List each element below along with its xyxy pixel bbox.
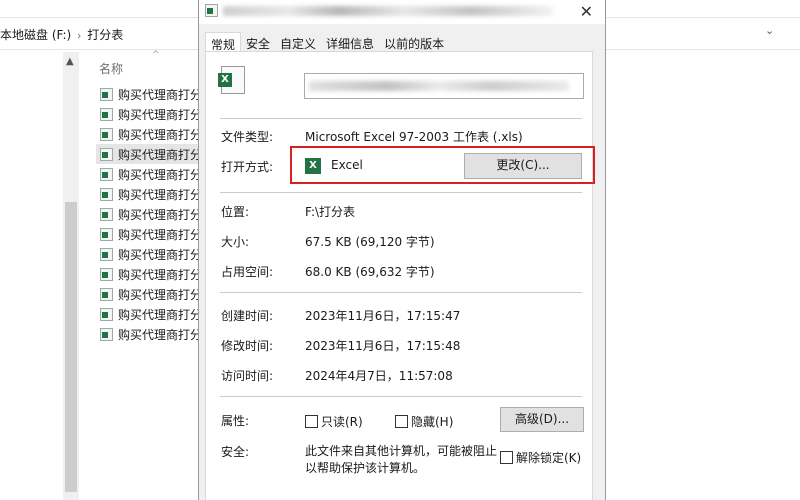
column-header-name[interactable]: 名称	[99, 60, 123, 77]
scrollbar[interactable]: ▲	[63, 52, 79, 500]
security-label: 安全:	[221, 445, 250, 459]
excel-file-icon	[100, 327, 113, 341]
location-value: F:\打分表	[305, 205, 356, 219]
file-list-item[interactable]: 购买代理商打分	[96, 104, 200, 124]
breadcrumb[interactable]: 本地磁盘 (F:) › 打分表	[0, 22, 123, 48]
file-list-item[interactable]: 购买代理商打分	[96, 204, 200, 224]
excel-file-icon	[100, 107, 113, 121]
file-name: 购买代理商打分	[118, 327, 200, 342]
created-label: 创建时间:	[221, 309, 274, 323]
unblock-checkbox[interactable]: 解除锁定(K)	[500, 449, 581, 466]
excel-file-icon	[100, 167, 113, 181]
file-list-item[interactable]: 购买代理商打分	[96, 224, 200, 244]
file-name: 购买代理商打分	[118, 307, 200, 322]
scrollbar-thumb[interactable]	[65, 202, 77, 492]
excel-file-icon	[100, 87, 113, 101]
file-type-label: 文件类型:	[221, 130, 274, 144]
address-dropdown-chevron-icon[interactable]: ⌄	[765, 24, 774, 37]
file-name: 购买代理商打分	[118, 107, 200, 122]
accessed-label: 访问时间:	[221, 369, 274, 383]
size-label: 大小:	[221, 235, 250, 249]
disk-size-label: 占用空间:	[221, 265, 274, 279]
excel-file-icon	[205, 4, 218, 17]
excel-file-icon	[100, 247, 113, 261]
file-list-item[interactable]: 购买代理商打分	[96, 284, 200, 304]
file-list-item[interactable]: 购买代理商打分	[96, 144, 200, 164]
properties-dialog: ✕ 常规 安全 自定义 详细信息 以前的版本 文件类型: Microsoft E…	[198, 0, 606, 500]
advanced-button[interactable]: 高级(D)...	[500, 407, 584, 432]
file-name: 购买代理商打分	[118, 187, 200, 202]
security-text-line2: 以帮助保护该计算机。	[305, 461, 426, 475]
file-name: 购买代理商打分	[118, 87, 200, 102]
scroll-up-icon[interactable]: ▲	[66, 56, 74, 67]
file-list-item[interactable]: 购买代理商打分	[96, 244, 200, 264]
attributes-label: 属性:	[221, 414, 250, 428]
excel-file-icon	[100, 147, 113, 161]
file-name: 购买代理商打分	[118, 267, 200, 282]
accessed-value: 2024年4月7日，11:57:08	[305, 369, 453, 383]
file-name: 购买代理商打分	[118, 207, 200, 222]
modified-value: 2023年11月6日，17:15:48	[305, 339, 461, 353]
general-panel: 文件类型: Microsoft Excel 97-2003 工作表 (.xls)…	[205, 51, 595, 500]
excel-file-icon	[100, 227, 113, 241]
breadcrumb-separator-icon: ›	[77, 31, 82, 42]
file-list-item[interactable]: 购买代理商打分	[96, 124, 200, 144]
size-value: 67.5 KB (69,120 字节)	[305, 235, 435, 249]
readonly-checkbox[interactable]: 只读(R)	[305, 413, 363, 430]
location-label: 位置:	[221, 205, 250, 219]
sort-ascending-icon: ^	[152, 50, 160, 60]
security-text-line1: 此文件来自其他计算机，可能被阻止	[305, 444, 498, 458]
excel-file-icon	[100, 127, 113, 141]
disk-size-value: 68.0 KB (69,632 字节)	[305, 265, 435, 279]
file-name: 购买代理商打分	[118, 247, 200, 262]
change-button[interactable]: 更改(C)...	[464, 153, 582, 179]
file-list-item[interactable]: 购买代理商打分	[96, 304, 200, 324]
file-list-item[interactable]: 购买代理商打分	[96, 84, 200, 104]
file-name: 购买代理商打分	[118, 147, 200, 162]
excel-file-icon	[100, 207, 113, 221]
title-bar: ✕	[199, 0, 605, 24]
file-list-item[interactable]: 购买代理商打分	[96, 264, 200, 284]
breadcrumb-folder[interactable]: 打分表	[87, 28, 123, 42]
filename-input[interactable]	[304, 73, 584, 99]
excel-file-icon	[100, 287, 113, 301]
readonly-label: 只读(R)	[321, 415, 363, 429]
excel-file-icon	[100, 267, 113, 281]
file-list: 购买代理商打分 购买代理商打分 购买代理商打分 购买代理商打分 购买代理商打分 购买代理商…	[96, 84, 200, 344]
close-button[interactable]: ✕	[580, 2, 593, 21]
file-name: 购买代理商打分	[118, 167, 200, 182]
unblock-label: 解除锁定(K)	[516, 451, 582, 465]
modified-label: 修改时间:	[221, 339, 274, 353]
open-with-value: Excel	[331, 158, 363, 172]
excel-app-icon: X	[305, 158, 321, 174]
open-with-label: 打开方式:	[221, 160, 274, 174]
excel-file-icon	[100, 187, 113, 201]
blurred-title	[223, 6, 553, 16]
file-name: 购买代理商打分	[118, 227, 200, 242]
excel-file-large-icon	[218, 66, 245, 94]
hidden-checkbox[interactable]: 隐藏(H)	[395, 413, 453, 430]
file-list-item[interactable]: 购买代理商打分	[96, 164, 200, 184]
breadcrumb-drive[interactable]: 本地磁盘 (F:)	[0, 28, 71, 42]
file-name: 购买代理商打分	[118, 287, 200, 302]
created-value: 2023年11月6日，17:15:47	[305, 309, 461, 323]
excel-file-icon	[100, 307, 113, 321]
security-text: 此文件来自其他计算机，可能被阻止 以帮助保护该计算机。	[305, 443, 497, 477]
hidden-label: 隐藏(H)	[411, 415, 454, 429]
file-type-value: Microsoft Excel 97-2003 工作表 (.xls)	[305, 130, 523, 144]
file-list-item[interactable]: 购买代理商打分	[96, 184, 200, 204]
file-name: 购买代理商打分	[118, 127, 200, 142]
file-list-item[interactable]: 购买代理商打分	[96, 324, 200, 344]
